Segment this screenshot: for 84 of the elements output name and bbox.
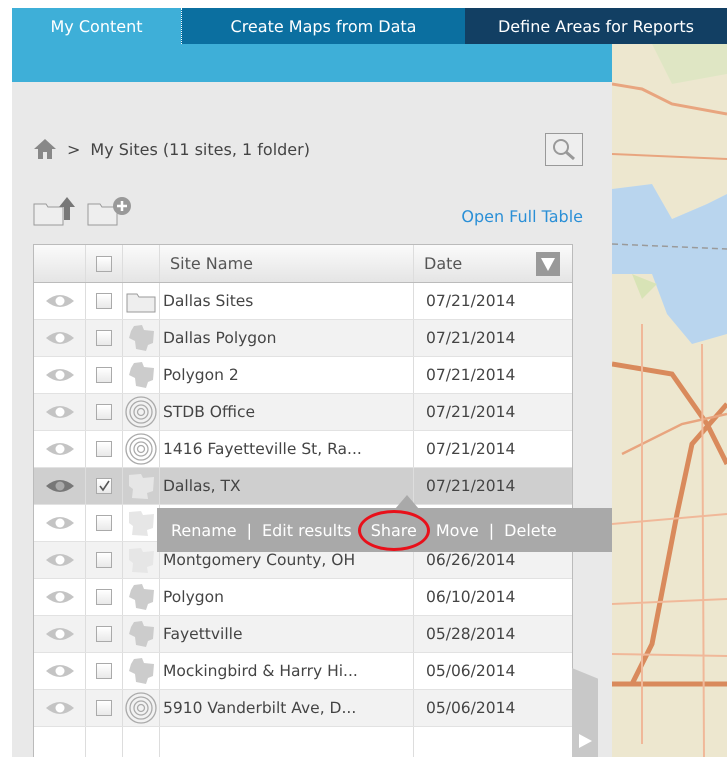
home-icon[interactable] [33,138,57,160]
breadcrumb-label: My Sites (11 sites, 1 folder) [90,140,310,158]
site-name: Mockingbird & Harry Hi... [163,662,358,680]
table-row[interactable]: Fayettville 05/28/2014 [34,616,572,653]
search-icon [551,137,577,161]
eye-icon[interactable] [44,626,74,642]
folder-up-icon[interactable] [33,196,77,226]
eye-icon[interactable] [44,515,74,531]
column-header[interactable]: Date [424,254,462,273]
eye-icon[interactable] [44,663,74,679]
checkbox[interactable] [96,330,112,346]
site-date: 05/28/2014 [426,625,516,643]
site-name: Polygon [163,588,224,606]
eye-icon[interactable] [44,700,74,716]
menu-separator: | [488,520,494,540]
checkbox[interactable] [96,404,112,420]
expand-icon[interactable] [577,733,593,749]
checkbox[interactable] [96,663,112,679]
table-row[interactable]: Dallas Polygon 07/21/2014 [34,320,572,357]
checkbox[interactable] [96,700,112,716]
checkbox[interactable] [96,441,112,457]
polygon-icon [126,582,156,612]
site-date: 07/21/2014 [426,292,516,310]
site-date: 07/21/2014 [426,329,516,347]
site-name: Dallas Sites [163,292,254,310]
side-panel-tab[interactable] [572,668,598,757]
table-row[interactable]: Dallas, TX 07/21/2014 [34,468,572,505]
checkbox[interactable] [96,256,112,272]
checkbox[interactable] [96,515,112,531]
radius-rings-icon [125,396,157,428]
radius-rings-icon [125,692,157,724]
table-row[interactable]: Polygon 06/10/2014 [34,579,572,616]
table-row[interactable]: 5910 Vanderbilt Ave, D... 05/06/2014 [34,690,572,727]
breadcrumb-separator: > [67,140,80,158]
new-folder-icon[interactable] [87,196,133,226]
sort-dropdown-icon[interactable] [536,252,560,276]
site-name: Montgomery County, OH [163,551,356,569]
polygon-icon [126,508,156,538]
checkbox[interactable] [96,478,112,494]
site-date: 07/21/2014 [426,477,516,495]
site-name: Fayettville [163,625,242,643]
site-date: 07/21/2014 [426,440,516,458]
site-name: 5910 Vanderbilt Ave, D... [163,699,356,717]
table-row[interactable]: Mockingbird & Harry Hi... 05/06/2014 [34,653,572,690]
checkmark-icon [98,480,110,492]
checkbox[interactable] [96,552,112,568]
site-name: Polygon 2 [163,366,239,384]
site-name: 1416 Fayetteville St, Ra... [163,440,362,458]
polygon-icon [126,545,156,575]
polygon-icon [126,656,156,686]
radius-rings-icon [125,433,157,465]
site-date: 07/21/2014 [426,366,516,384]
eye-icon[interactable] [44,404,74,420]
polygon-icon [126,323,156,353]
eye-icon[interactable] [44,293,74,309]
menu-separator: | [246,520,252,540]
column-header[interactable]: Site Name [170,254,254,273]
checkbox[interactable] [96,293,112,309]
eye-icon[interactable] [44,589,74,605]
table-row[interactable]: Polygon 2 07/21/2014 [34,357,572,394]
tab[interactable]: Create Maps from Data [181,8,465,44]
table-row[interactable]: 1416 Fayetteville St, Ra... 07/21/2014 [34,431,572,468]
table-row[interactable]: Dallas Sites 07/21/2014 [34,283,572,320]
polygon-icon [126,360,156,390]
site-name: Dallas, TX [163,477,241,495]
site-date: 06/26/2014 [426,551,516,569]
polygon-icon [126,619,156,649]
site-name: Dallas Polygon [163,329,276,347]
eye-icon[interactable] [44,330,74,346]
site-name: STDB Office [163,403,256,421]
eye-icon[interactable] [44,552,74,568]
table-row[interactable]: STDB Office 07/21/2014 [34,394,572,431]
site-date: 05/06/2014 [426,662,516,680]
checkbox[interactable] [96,589,112,605]
eye-icon[interactable] [44,367,74,383]
tab[interactable]: Define Areas for Reports [465,8,727,44]
site-date: 06/10/2014 [426,588,516,606]
eye-icon[interactable] [44,441,74,457]
site-date: 05/06/2014 [426,699,516,717]
eye-icon[interactable] [44,478,74,494]
site-date: 07/21/2014 [426,403,516,421]
search-button[interactable] [545,132,583,166]
checkbox[interactable] [96,367,112,383]
checkbox[interactable] [96,626,112,642]
